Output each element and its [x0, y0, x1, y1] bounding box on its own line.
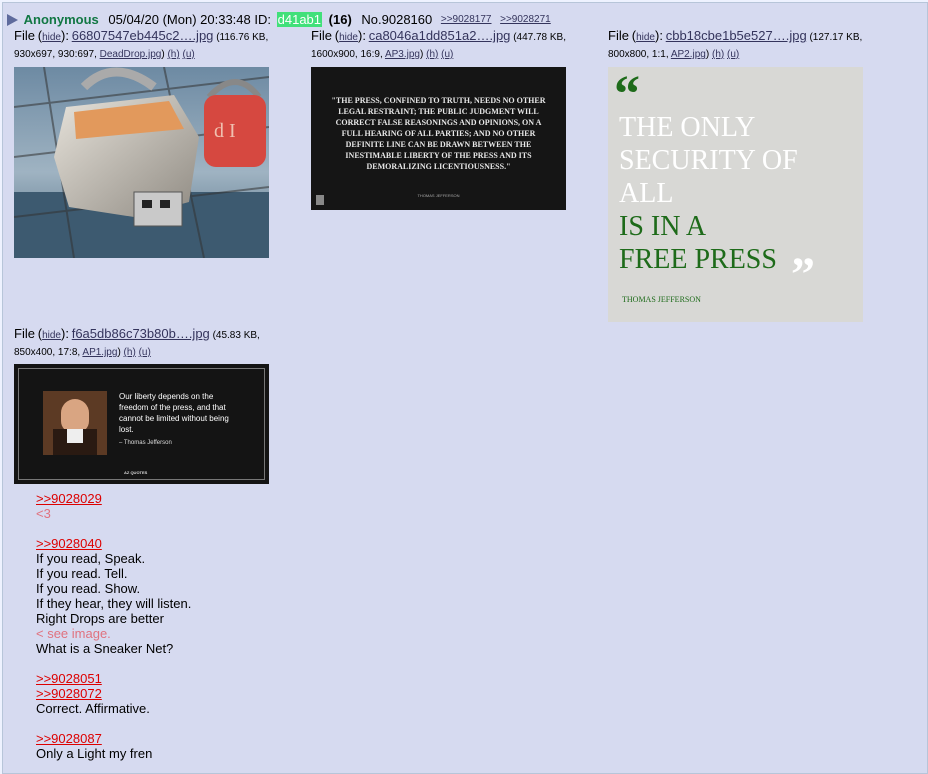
message-line: Right Drops are better	[36, 611, 164, 626]
hash-search-link[interactable]: (h)	[712, 49, 724, 60]
publisher-logo-icon	[316, 195, 324, 205]
quote-link[interactable]: >>9028040	[36, 536, 636, 551]
svg-text:d I: d I	[214, 120, 236, 142]
azquotes-logo: AZ QUOTES	[124, 470, 148, 475]
file-dimensions: 850x400, 17:8,	[14, 347, 81, 358]
unique-link[interactable]: (u)	[182, 49, 194, 60]
poster-name: Anonymous	[23, 12, 99, 28]
message-line: If they hear, they will listen.	[36, 596, 192, 611]
file-info: File (hide): 66807547eb445c2….jpg (116.7…	[14, 28, 269, 60]
file-name-link[interactable]: ca8046a1dd851a2….jpg	[369, 28, 511, 43]
security-line: THE ONLY	[619, 112, 756, 143]
file-name-link[interactable]: f6a5db86c73b80b….jpg	[72, 326, 210, 341]
poster-id[interactable]: d41ab1	[276, 12, 323, 28]
liberty-quote-author: – Thomas Jefferson	[119, 440, 172, 446]
file-size: (127.17 KB,	[809, 32, 863, 43]
message-line: If you read. Tell.	[36, 566, 128, 581]
file-info: File (hide): cbb18cbe1b5e527….jpg (127.1…	[608, 28, 863, 60]
quote-link[interactable]: >>9028029	[36, 491, 636, 506]
file-label: File	[311, 28, 332, 43]
hide-link[interactable]: hide	[42, 330, 61, 341]
jefferson-portrait	[43, 391, 107, 455]
original-name-link[interactable]: AP3.jpg	[385, 49, 420, 60]
hash-search-link[interactable]: (h)	[124, 347, 136, 358]
hash-search-link[interactable]: (h)	[426, 49, 438, 60]
security-line-green: FREE PRESS	[619, 244, 777, 275]
id-label: ID:	[254, 12, 272, 28]
press-quote-author: THOMAS JEFFERSON	[417, 193, 460, 198]
security-line-green: IS IN A	[619, 211, 707, 242]
hide-link[interactable]: hide	[42, 32, 61, 43]
thumbnail-press-quote[interactable]: "THE PRESS, CONFINED TO TRUTH, NEEDS NO …	[311, 67, 566, 210]
file-dimensions: 930x697, 930:697,	[14, 49, 97, 60]
file-label: File	[14, 326, 35, 341]
message-line: Only a Light my fren	[36, 746, 153, 761]
close-quote-icon: ”	[791, 248, 815, 301]
file-dimensions: 1600x900, 16:9,	[311, 49, 383, 60]
hash-search-link[interactable]: (h)	[167, 49, 179, 60]
security-author: THOMAS JEFFERSON	[622, 295, 701, 304]
message-line: Correct. Affirmative.	[36, 701, 150, 716]
file-entry: File (hide): f6a5db86c73b80b….jpg (45.83…	[14, 325, 304, 361]
file-size: (116.76 KB,	[216, 32, 269, 43]
unique-link[interactable]: (u)	[139, 347, 151, 358]
greentext-line: < see image.	[36, 626, 111, 641]
backlink[interactable]: >>9028177	[441, 14, 492, 25]
file-name-link[interactable]: 66807547eb445c2….jpg	[72, 28, 214, 43]
thumbnail-deaddrop[interactable]: d I	[14, 67, 269, 258]
post-datetime: 05/04/20 (Mon) 20:33:48	[108, 12, 251, 28]
press-quote-text: "THE PRESS, CONFINED TO TRUTH, NEEDS NO …	[331, 96, 546, 171]
file-size: (447.78 KB,	[513, 32, 566, 43]
post-message: >>9028029 <3 >>9028040 If you read, Spea…	[36, 491, 636, 761]
message-line: If you read, Speak.	[36, 551, 146, 566]
file-label: File	[14, 28, 35, 43]
security-line: SECURITY OF	[619, 145, 798, 176]
file-dimensions: 800x800, 1:1,	[608, 49, 669, 60]
unique-link[interactable]: (u)	[727, 49, 739, 60]
post-number[interactable]: No.9028160	[361, 12, 432, 27]
file-info: File (hide): f6a5db86c73b80b….jpg (45.83…	[14, 326, 260, 358]
file-entry: File (hide): ca8046a1dd851a2….jpg (447.7…	[311, 27, 601, 63]
file-entry: File (hide): 66807547eb445c2….jpg (116.7…	[14, 27, 304, 63]
quote-link[interactable]: >>9028072	[36, 686, 636, 701]
file-name-link[interactable]: cbb18cbe1b5e527….jpg	[666, 28, 807, 43]
file-info: File (hide): ca8046a1dd851a2….jpg (447.7…	[311, 28, 566, 60]
thumbnail-liberty-quote[interactable]: Our liberty depends on the freedom of th…	[14, 364, 269, 484]
unique-link[interactable]: (u)	[441, 49, 453, 60]
open-quote-icon: “	[614, 67, 640, 123]
post-header: Anonymous 05/04/20 (Mon) 20:33:48 ID: d4…	[7, 11, 551, 28]
file-label: File	[608, 28, 629, 43]
thumbnail-free-press[interactable]: “ THE ONLY SECURITY OF ALL IS IN A FREE …	[608, 67, 863, 322]
quote-link[interactable]: >>9028051	[36, 671, 636, 686]
file-entry: File (hide): cbb18cbe1b5e527….jpg (127.1…	[608, 27, 908, 63]
file-size: (45.83 KB,	[212, 330, 260, 341]
backlink[interactable]: >>9028271	[500, 14, 551, 25]
original-name-link[interactable]: DeadDrop.jpg	[100, 49, 162, 60]
quote-link[interactable]: >>9028087	[36, 731, 636, 746]
expand-triangle-icon[interactable]	[7, 13, 18, 26]
message-line: If you read. Show.	[36, 581, 141, 596]
post-count: (16)	[328, 12, 352, 28]
hide-link[interactable]: hide	[339, 32, 358, 43]
original-name-link[interactable]: AP2.jpg	[671, 49, 706, 60]
security-line: ALL	[619, 178, 674, 209]
usb-lock-image-icon: d I	[14, 67, 269, 258]
post-container: Anonymous 05/04/20 (Mon) 20:33:48 ID: d4…	[2, 2, 928, 774]
message-line: What is a Sneaker Net?	[36, 641, 174, 656]
security-quote: THE ONLY SECURITY OF ALL IS IN A FREE PR…	[619, 111, 798, 276]
greentext-line: <3	[36, 506, 51, 521]
hide-link[interactable]: hide	[636, 32, 655, 43]
liberty-quote-text: Our liberty depends on the freedom of th…	[119, 392, 229, 434]
original-name-link[interactable]: AP1.jpg	[82, 347, 117, 358]
